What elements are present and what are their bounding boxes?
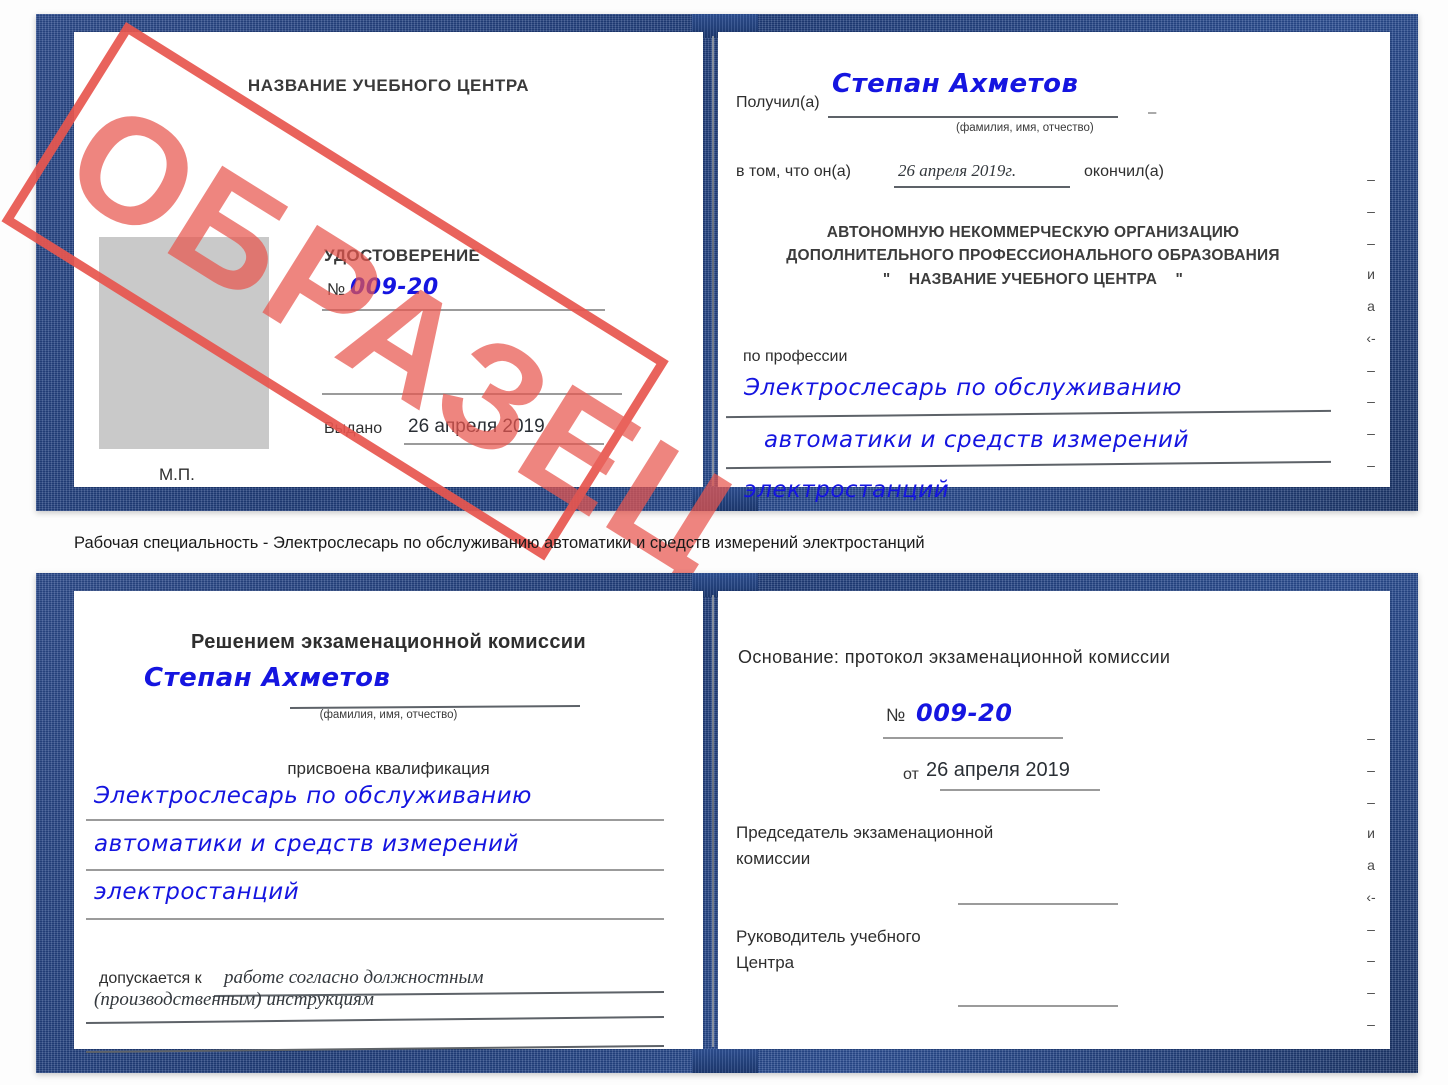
- admitted-label: допускается к: [99, 970, 202, 987]
- edge-mark-3: и: [1367, 266, 1375, 283]
- qualification-line-3: электростанций: [94, 879, 300, 905]
- decision-title: Решением экзаменационной комиссии: [191, 631, 586, 653]
- admitted-line-2: (производственным) инструкциям: [94, 989, 374, 1010]
- edge-mark-b3: и: [1367, 825, 1375, 842]
- recipient-name-value: Степан Ахметов: [832, 69, 1079, 99]
- seal-place-label: М.П.: [159, 465, 195, 484]
- edge-mark-b1: –: [1367, 761, 1375, 778]
- recipient-name-rule: [828, 116, 1118, 118]
- qualification-line-1: Электрослесарь по обслуживанию: [94, 783, 532, 809]
- edge-mark-7: –: [1367, 393, 1375, 410]
- qualification-rule-3: [86, 918, 664, 920]
- basis-label: Основание: протокол экзаменационной коми…: [738, 647, 1171, 667]
- from-label: от: [903, 766, 919, 783]
- edge-mark-9: –: [1367, 456, 1375, 473]
- edge-mark-0: –: [1367, 171, 1375, 187]
- director-signature-rule: [958, 1005, 1118, 1007]
- org-line-3: НАЗВАНИЕ УЧЕБНОГО ЦЕНТРА: [908, 271, 1158, 288]
- profession-line-3: электростанций: [744, 477, 950, 503]
- profession-line-2: автоматики и средств измерений: [764, 427, 1189, 453]
- edge-mark-4: а: [1367, 298, 1375, 315]
- protocol-number-value: 009-20: [916, 699, 1013, 727]
- profession-line-1: Электрослесарь по обслуживанию: [744, 375, 1182, 401]
- top-right-page: Получил(а) Степан Ахметов (фамилия, имя,…: [718, 32, 1390, 503]
- from-date-value: 26 апреля 2019: [926, 759, 1070, 781]
- caption-text: Рабочая специальность - Электрослесарь п…: [74, 534, 925, 552]
- org-line-1: АВТОНОМНУЮ НЕКОММЕРЧЕСКУЮ ОРГАНИЗАЦИЮ: [826, 224, 1240, 241]
- photo-placeholder: [99, 237, 269, 449]
- blank-rule-1: [322, 393, 622, 395]
- edge-mark-b9: –: [1367, 1015, 1375, 1032]
- edge-mark-b2: –: [1367, 793, 1375, 810]
- org-quote-close: ": [1175, 271, 1184, 288]
- chairman-signature-rule: [958, 903, 1118, 905]
- certificate-top-book: НАЗВАНИЕ УЧЕБНОГО ЦЕНТРА УДОСТОВЕРЕНИЕ №…: [1, 14, 1418, 609]
- completion-date-value: 26 апреля 2019г.: [898, 161, 1017, 180]
- edge-mark-2: –: [1367, 234, 1375, 251]
- bottom-left-page: Решением экзаменационной комиссии Степан…: [74, 591, 703, 1053]
- qualification-rule-1: [86, 819, 664, 821]
- bottom-fio-hint: (фамилия, имя, отчество): [319, 709, 458, 721]
- profession-rule-1: [726, 409, 1331, 418]
- bottom-recipient-name: Степан Ахметов: [144, 663, 391, 693]
- admitted-rule-3: [86, 1044, 664, 1053]
- finished-label: окончил(а): [1084, 163, 1164, 180]
- protocol-number-rule: [883, 737, 1063, 739]
- training-center-title: НАЗВАНИЕ УЧЕБНОГО ЦЕНТРА: [247, 76, 530, 95]
- certificate-sample-page: НАЗВАНИЕ УЧЕБНОГО ЦЕНТРА УДОСТОВЕРЕНИЕ №…: [0, 0, 1448, 1085]
- edge-mark-b4: а: [1367, 857, 1375, 874]
- org-line-2: ДОПОЛНИТЕЛЬНОГО ПРОФЕССИОНАЛЬНОГО ОБРАЗО…: [786, 247, 1280, 264]
- issued-date-value: 26 апреля 2019: [408, 416, 545, 437]
- page-edge-marks: – – – и а ‹- – – – –: [1360, 172, 1382, 472]
- edge-dash-mark: –: [1148, 104, 1157, 121]
- edge-mark-1: –: [1367, 202, 1375, 219]
- edge-mark-8: –: [1367, 425, 1375, 442]
- edge-mark-b7: –: [1367, 952, 1375, 969]
- admitted-rule-2: [86, 1015, 664, 1024]
- edge-mark-6: –: [1367, 361, 1375, 378]
- number-prefix: №: [327, 280, 346, 299]
- edge-mark-b5: ‹-: [1366, 888, 1376, 905]
- profession-label: по профессии: [743, 348, 848, 365]
- number-rule: [322, 309, 605, 311]
- spine-tab-bottom-2: [692, 1049, 758, 1073]
- qualification-line-2: автоматики и средств измерений: [94, 831, 519, 857]
- certificate-bottom-book: Решением экзаменационной комиссии Степан…: [36, 573, 1418, 1073]
- edge-mark-b8: –: [1367, 984, 1375, 1001]
- director-line-1: Руководитель учебного: [736, 927, 921, 946]
- chairman-line-1: Председатель экзаменационной: [736, 823, 994, 842]
- certificate-number-value: 009-20: [350, 275, 439, 300]
- qualification-label: присвоена квалификация: [287, 759, 490, 778]
- org-quote-open: ": [882, 271, 891, 288]
- admitted-line-1: работе согласно должностным: [224, 967, 484, 988]
- director-line-2: Центра: [736, 953, 795, 972]
- chairman-line-2: комиссии: [736, 849, 811, 868]
- issued-rule: [404, 443, 604, 445]
- document-type-label: УДОСТОВЕРЕНИЕ: [324, 246, 481, 265]
- in-that-label: в том, что он(а): [736, 163, 851, 180]
- fio-hint: (фамилия, имя, отчество): [956, 122, 1094, 134]
- edge-mark-5: ‹-: [1366, 329, 1376, 346]
- edge-mark-b6: –: [1367, 920, 1375, 937]
- page-edge-marks-2: – – – и а ‹- – – – –: [1360, 731, 1382, 1031]
- top-left-page: НАЗВАНИЕ УЧЕБНОГО ЦЕНТРА УДОСТОВЕРЕНИЕ №…: [74, 32, 703, 487]
- issued-label: Выдано: [324, 420, 383, 437]
- from-date-rule: [940, 789, 1100, 791]
- bottom-right-page: Основание: протокол экзаменационной коми…: [718, 591, 1390, 1049]
- completion-date-rule: [894, 186, 1070, 188]
- spine-gutter-line: [712, 36, 714, 486]
- qualification-rule-2: [86, 869, 664, 871]
- protocol-number-prefix: №: [886, 705, 906, 725]
- spine-gutter-line-2: [712, 595, 714, 1047]
- profession-rule-2: [726, 460, 1331, 469]
- received-label: Получил(а): [736, 94, 820, 111]
- edge-mark-b0: –: [1367, 730, 1375, 746]
